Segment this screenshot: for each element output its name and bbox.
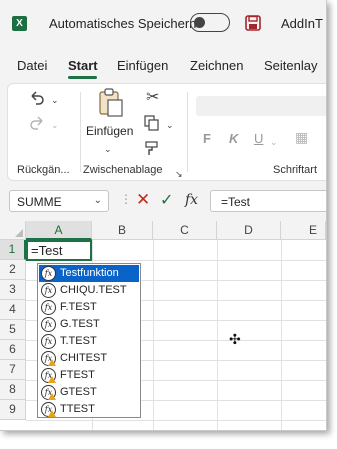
compatibility-warning-icon: [48, 376, 56, 383]
cell-a1-value: =Test: [31, 243, 63, 258]
autosave-label: Automatisches Speichern: [49, 16, 197, 31]
function-icon: fx: [41, 317, 56, 332]
compatibility-warning-icon: [48, 393, 56, 400]
undo-dropdown-icon[interactable]: ⌄: [51, 92, 59, 108]
function-icon: fx: [41, 300, 56, 315]
formula-bar: SUMME ⌄ ⋮ ✕ ✓ fx =Test: [0, 183, 326, 219]
clipboard-launcher-icon[interactable]: ↘: [175, 166, 183, 182]
row-header-9[interactable]: 9: [0, 400, 26, 420]
function-icon: fx: [41, 283, 56, 298]
autocomplete-item[interactable]: fx T.TEST: [39, 333, 139, 350]
ribbon: ⌄ ⌄ Rückgän... Einfügen ⌄ ✂ ⌄ Zwischenab…: [7, 83, 326, 182]
formula-input[interactable]: =Test: [210, 190, 326, 212]
column-header-c[interactable]: C: [153, 221, 217, 240]
scissors-icon[interactable]: ✂: [146, 90, 159, 106]
enter-icon[interactable]: ✓: [160, 190, 173, 210]
group-separator: [80, 92, 81, 172]
row-header-5[interactable]: 5: [0, 320, 26, 340]
autocomplete-item[interactable]: fx TTEST: [39, 401, 139, 418]
excel-icon[interactable]: X: [12, 16, 27, 31]
group-label-clipboard: Zwischenablage: [83, 164, 163, 176]
row-header-4[interactable]: 4: [0, 300, 26, 320]
active-tab-indicator: [68, 76, 97, 79]
chevron-down-icon[interactable]: ⌄: [94, 195, 102, 206]
autocomplete-item[interactable]: fx CHIQU.TEST: [39, 282, 139, 299]
formula-text: =Test: [221, 195, 251, 209]
tab-seitenlayout[interactable]: Seitenlay: [264, 58, 317, 73]
autocomplete-item[interactable]: fx CHITEST: [39, 350, 139, 367]
cancel-icon[interactable]: ✕: [136, 190, 150, 210]
row-header-1[interactable]: 1: [0, 240, 26, 260]
column-header-b[interactable]: B: [92, 221, 153, 240]
font-name-box[interactable]: [196, 96, 326, 116]
name-box[interactable]: SUMME ⌄: [9, 190, 109, 212]
column-header-a[interactable]: A: [26, 221, 92, 240]
paste-icon[interactable]: [98, 88, 124, 118]
excel-window: X Automatisches Speichern AddInT Datei S…: [0, 0, 327, 431]
autocomplete-item[interactable]: fx Testfunktion: [39, 265, 139, 282]
grid-line: [217, 240, 218, 430]
tab-datei[interactable]: Datei: [17, 58, 47, 73]
function-icon: fx: [41, 266, 56, 281]
undo-icon[interactable]: [28, 89, 46, 107]
column-header-e[interactable]: E: [281, 221, 326, 240]
format-painter-icon[interactable]: [144, 140, 160, 156]
autocomplete-item[interactable]: fx FTEST: [39, 367, 139, 384]
group-label-undo: Rückgän...: [17, 164, 70, 176]
compatibility-warning-icon: [48, 359, 56, 366]
function-icon: fx: [41, 334, 56, 349]
row-header-7[interactable]: 7: [0, 360, 26, 380]
group-label-font: Schriftart: [273, 164, 318, 176]
grid-line: [153, 240, 154, 430]
grid-line: [281, 240, 282, 430]
group-separator: [187, 92, 188, 172]
underline-dropdown-icon[interactable]: ⌄: [270, 134, 278, 150]
tab-zeichnen[interactable]: Zeichnen: [190, 58, 243, 73]
row-header-3[interactable]: 3: [0, 280, 26, 300]
ribbon-tabs: Datei Start Einfügen Zeichnen Seitenlay: [0, 50, 326, 80]
title-bar: X Automatisches Speichern AddInT: [0, 0, 326, 46]
select-all-corner[interactable]: [0, 221, 26, 240]
paste-dropdown-icon[interactable]: ⌄: [104, 141, 112, 157]
autosave-toggle[interactable]: [190, 13, 230, 32]
toggle-knob: [194, 17, 205, 28]
paste-button-label[interactable]: Einfügen: [86, 124, 133, 138]
active-cell-a1[interactable]: =Test: [26, 240, 92, 261]
underline-button[interactable]: U: [254, 131, 263, 146]
copy-dropdown-icon[interactable]: ⌄: [166, 117, 174, 133]
more-options-icon[interactable]: ⋮: [120, 192, 132, 206]
tab-start[interactable]: Start: [68, 58, 98, 73]
bold-button[interactable]: F: [203, 131, 211, 146]
column-header-d[interactable]: D: [217, 221, 281, 240]
border-icon[interactable]: ▦: [295, 129, 308, 145]
insert-function-button[interactable]: fx: [185, 192, 198, 208]
mouse-cursor-icon: ✣: [229, 331, 241, 347]
autocomplete-item[interactable]: fx G.TEST: [39, 316, 139, 333]
redo-dropdown-icon[interactable]: ⌄: [51, 117, 59, 133]
row-header-8[interactable]: 8: [0, 380, 26, 400]
compatibility-warning-icon: [48, 410, 56, 417]
tab-einfuegen[interactable]: Einfügen: [117, 58, 168, 73]
row-header-2[interactable]: 2: [0, 260, 26, 280]
autocomplete-item[interactable]: fx F.TEST: [39, 299, 139, 316]
italic-button[interactable]: K: [229, 131, 238, 146]
copy-icon[interactable]: [144, 115, 160, 131]
function-autocomplete-list[interactable]: fx Testfunktion fx CHIQU.TEST fx F.TEST …: [37, 263, 141, 418]
autocomplete-item[interactable]: fx GTEST: [39, 384, 139, 401]
redo-icon[interactable]: [28, 114, 46, 132]
name-box-value: SUMME: [17, 195, 62, 209]
row-header-6[interactable]: 6: [0, 340, 26, 360]
save-icon[interactable]: [245, 15, 261, 31]
document-title: AddInT: [281, 16, 323, 31]
